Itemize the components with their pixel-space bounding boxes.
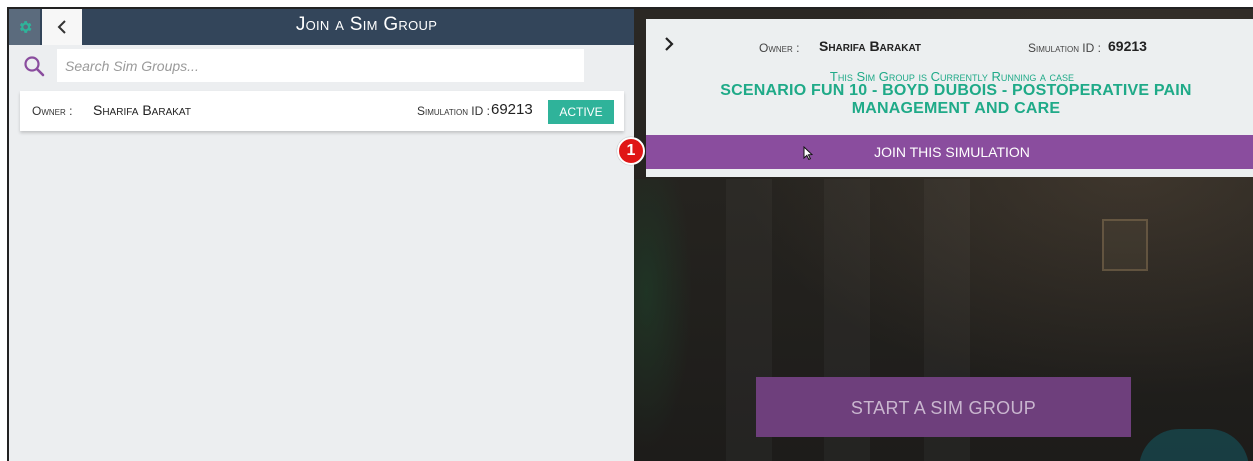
background-chair bbox=[1139, 429, 1249, 461]
search-input[interactable] bbox=[57, 49, 584, 82]
background-picture-frame bbox=[1102, 219, 1148, 271]
status-badge: ACTIVE bbox=[548, 100, 614, 124]
scene-background: START A SIM GROUP Owner : Sharifa Baraka… bbox=[634, 9, 1253, 461]
simulation-id-label: Simulation ID : bbox=[417, 104, 490, 118]
popup-owner-name: Sharifa Barakat bbox=[819, 38, 922, 54]
gear-icon bbox=[19, 21, 31, 33]
owner-label: Owner : bbox=[32, 104, 73, 118]
owner-name: Sharifa Barakat bbox=[93, 102, 191, 118]
join-simulation-button[interactable]: JOIN THIS SIMULATION bbox=[646, 135, 1253, 169]
step-marker-badge: 1 bbox=[617, 137, 645, 165]
simulation-id-value: 69213 bbox=[491, 101, 533, 118]
join-sim-group-panel: Join a Sim Group Owner : Sharifa Barakat… bbox=[9, 9, 634, 461]
start-sim-group-button[interactable]: START A SIM GROUP bbox=[756, 377, 1131, 437]
back-button[interactable] bbox=[42, 9, 82, 45]
sim-group-detail-popup: Owner : Sharifa Barakat Simulation ID : … bbox=[646, 19, 1253, 177]
background-plant bbox=[634, 179, 696, 461]
search-icon[interactable] bbox=[22, 54, 46, 78]
popup-simulation-id-label: Simulation ID : bbox=[1028, 41, 1101, 55]
popup-owner-label: Owner : bbox=[759, 41, 800, 55]
mouse-pointer-icon bbox=[803, 146, 813, 160]
page-title: Join a Sim Group bbox=[295, 14, 438, 35]
popup-simulation-id-value: 69213 bbox=[1108, 38, 1147, 54]
chevron-right-icon[interactable] bbox=[663, 36, 675, 52]
scenario-name: SCENARIO FUN 10 - BOYD DUBOIS - POSTOPER… bbox=[720, 82, 1192, 117]
settings-button[interactable] bbox=[9, 9, 40, 45]
app-window: Join a Sim Group Owner : Sharifa Barakat… bbox=[7, 7, 1253, 461]
top-bar: Join a Sim Group bbox=[9, 9, 634, 45]
sim-group-row[interactable]: Owner : Sharifa Barakat Simulation ID : … bbox=[20, 91, 624, 131]
chevron-left-icon bbox=[57, 20, 66, 34]
